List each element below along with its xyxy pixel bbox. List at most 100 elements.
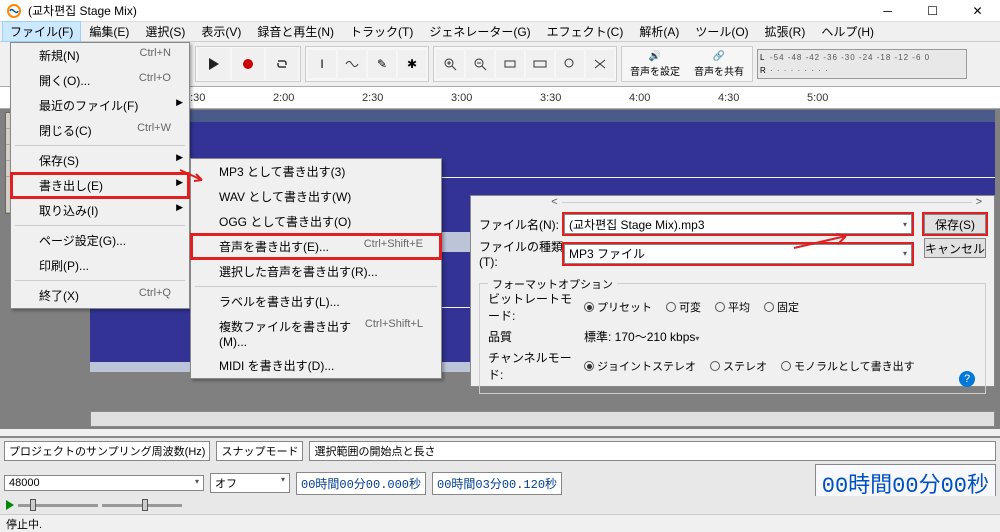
nav-right-icon[interactable]: > <box>972 196 986 208</box>
menu-new[interactable]: 新規(N)Ctrl+N <box>11 43 189 68</box>
bitrate-label: ビットレートモード: <box>488 290 578 324</box>
fit-selection-button[interactable] <box>496 50 524 78</box>
menu-file[interactable]: ファイル(F) <box>2 21 81 42</box>
quality-select[interactable]: 標準: 170～210 kbps▾ <box>584 328 774 345</box>
sample-rate-select[interactable]: 48000▾ <box>4 475 204 491</box>
tick: 4:00 <box>629 92 650 104</box>
menu-save[interactable]: 保存(S)▶ <box>11 148 189 173</box>
export-midi[interactable]: MIDI を書き出す(D)... <box>191 353 441 378</box>
callout-arrow-icon <box>178 168 206 186</box>
menu-open[interactable]: 開く(O)...Ctrl+O <box>11 68 189 93</box>
tools-toolbar: I ✎ ✱ <box>305 46 429 82</box>
menu-select[interactable]: 選択(S) <box>137 21 193 42</box>
menu-tracks[interactable]: トラック(T) <box>342 21 421 42</box>
menu-print[interactable]: 印刷(P)... <box>11 253 189 278</box>
nav-left-icon[interactable]: < <box>547 196 561 208</box>
submenu-arrow-icon: ▶ <box>176 152 183 163</box>
menu-recent[interactable]: 最近のファイル(F)▶ <box>11 93 189 118</box>
help-icon[interactable]: ? <box>959 371 975 387</box>
menu-help[interactable]: ヘルプ(H) <box>813 21 882 42</box>
quality-label: 品質 <box>488 328 578 345</box>
chmode-stereo-radio[interactable]: ステレオ <box>710 358 767 374</box>
maximize-button[interactable]: ☐ <box>910 0 955 22</box>
menu-effect[interactable]: エフェクト(C) <box>539 21 632 42</box>
menu-extra[interactable]: 拡張(R) <box>757 21 814 42</box>
audio-share-button[interactable]: 🔗 音声を共有 <box>688 49 750 80</box>
menu-generate[interactable]: ジェネレーター(G) <box>421 21 538 42</box>
audio-share-label: 音声を共有 <box>694 63 744 78</box>
menu-analyze[interactable]: 解析(A) <box>631 21 687 42</box>
tick: 5:00 <box>807 92 828 104</box>
menu-separator <box>15 145 185 146</box>
selection-start-time[interactable]: 00時間00分00.000秒 <box>296 472 426 495</box>
bitrate-preset-radio[interactable]: プリセット <box>584 299 652 315</box>
meter-l-label: L <box>760 53 768 62</box>
menu-separator <box>15 280 185 281</box>
envelope-tool[interactable] <box>338 50 366 78</box>
minimize-button[interactable]: ─ <box>865 0 910 22</box>
play-button[interactable] <box>198 48 230 80</box>
menu-transport[interactable]: 録音と再生(N) <box>249 21 342 42</box>
zoom-out-button[interactable] <box>466 50 494 78</box>
loop-button[interactable] <box>266 48 298 80</box>
bitrate-variable-radio[interactable]: 可変 <box>666 299 701 315</box>
menu-page-setup[interactable]: ページ設定(G)... <box>11 228 189 253</box>
export-labels[interactable]: ラベルを書き出す(L)... <box>191 289 441 314</box>
menu-exit[interactable]: 終了(X)Ctrl+Q <box>11 283 189 308</box>
selection-length-time[interactable]: 00時間03分00.120秒 <box>432 472 562 495</box>
chmode-mono-radio[interactable]: モノラルとして書き出す <box>781 358 915 374</box>
window-title: (교차편집 Stage Mix) <box>28 2 865 19</box>
fit-project-button[interactable] <box>526 50 554 78</box>
filetype-label: ファイルの種類(T): <box>479 238 564 269</box>
zoom-in-button[interactable] <box>436 50 464 78</box>
snap-select[interactable]: オフ▾ <box>210 473 290 493</box>
record-button[interactable] <box>232 48 264 80</box>
clip-header[interactable] <box>90 110 995 122</box>
status-bar: 停止中. <box>0 514 1000 530</box>
playback-speed-slider-2[interactable] <box>102 504 182 507</box>
menu-edit[interactable]: 編集(E) <box>81 21 137 42</box>
level-meter[interactable]: L-54 -48 -42 -36 -30 -24 -18 -12 -6 0 R … <box>757 49 967 79</box>
chmode-joint-radio[interactable]: ジョイントステレオ <box>584 358 696 374</box>
app-icon <box>6 3 22 19</box>
multi-tool[interactable]: ✱ <box>398 50 426 78</box>
meter-ticks-top: -54 -48 -42 -36 -30 -24 -18 -12 -6 0 <box>770 53 930 62</box>
menu-tools[interactable]: ツール(O) <box>687 21 756 42</box>
draw-tool[interactable]: ✎ <box>368 50 396 78</box>
dialog-form: ファイル名(N): (교차편집 Stage Mix).mp3▾ ファイルの種類(… <box>471 208 994 279</box>
play-at-speed-toolbar <box>0 496 1000 514</box>
cancel-button[interactable]: キャンセル <box>924 238 986 258</box>
selection-tool[interactable]: I <box>308 50 336 78</box>
menu-bar: ファイル(F) 編集(E) 選択(S) 表示(V) 録音と再生(N) トラック(… <box>0 22 1000 42</box>
export-multiple[interactable]: 複数ファイルを書き出す(M)...Ctrl+Shift+L <box>191 314 441 353</box>
save-button[interactable]: 保存(S) <box>924 214 986 234</box>
trim-button[interactable] <box>586 50 614 78</box>
tick: 2:00 <box>273 92 294 104</box>
dropdown-caret-icon: ▾ <box>903 249 907 258</box>
menu-close[interactable]: 閉じる(C)Ctrl+W <box>11 118 189 143</box>
filename-input[interactable]: (교차편집 Stage Mix).mp3▾ <box>564 214 912 234</box>
bitrate-constant-radio[interactable]: 固定 <box>764 299 799 315</box>
audio-setup-button[interactable]: 🔊 音声を設定 <box>624 49 686 80</box>
format-options-fieldset: フォーマットオプション ビットレートモード: プリセット 可変 平均 固定 品質… <box>479 283 986 394</box>
close-button[interactable]: ✕ <box>955 0 1000 22</box>
menu-view[interactable]: 表示(V) <box>193 21 249 42</box>
submenu-arrow-icon: ▶ <box>176 202 183 213</box>
edit-toolbar <box>433 46 617 82</box>
export-ogg[interactable]: OGG として書き出す(O) <box>191 209 441 234</box>
playback-speed-slider[interactable] <box>18 504 98 507</box>
bitrate-average-radio[interactable]: 平均 <box>715 299 750 315</box>
zoom-toggle-button[interactable] <box>556 50 584 78</box>
export-mp3[interactable]: MP3 として書き出す(3) <box>191 159 441 184</box>
export-wav[interactable]: WAV として書き出す(W) <box>191 184 441 209</box>
horizontal-scrollbar[interactable] <box>90 411 995 427</box>
selection-label: 選択範囲の開始点と長さ <box>309 441 996 461</box>
export-audio[interactable]: 音声を書き出す(E)...Ctrl+Shift+E <box>191 234 441 259</box>
menu-export[interactable]: 書き出し(E)▶ <box>11 173 189 198</box>
export-selected[interactable]: 選択した音声を書き出す(R)... <box>191 259 441 284</box>
filetype-select[interactable]: MP3 ファイル▾ <box>564 244 912 264</box>
selection-toolbar: プロジェクトのサンプリング周波数(Hz) スナップモード 選択範囲の開始点と長さ… <box>0 436 1000 496</box>
tick: 3:30 <box>540 92 561 104</box>
menu-import[interactable]: 取り込み(I)▶ <box>11 198 189 223</box>
play-at-speed-button[interactable] <box>6 500 14 510</box>
